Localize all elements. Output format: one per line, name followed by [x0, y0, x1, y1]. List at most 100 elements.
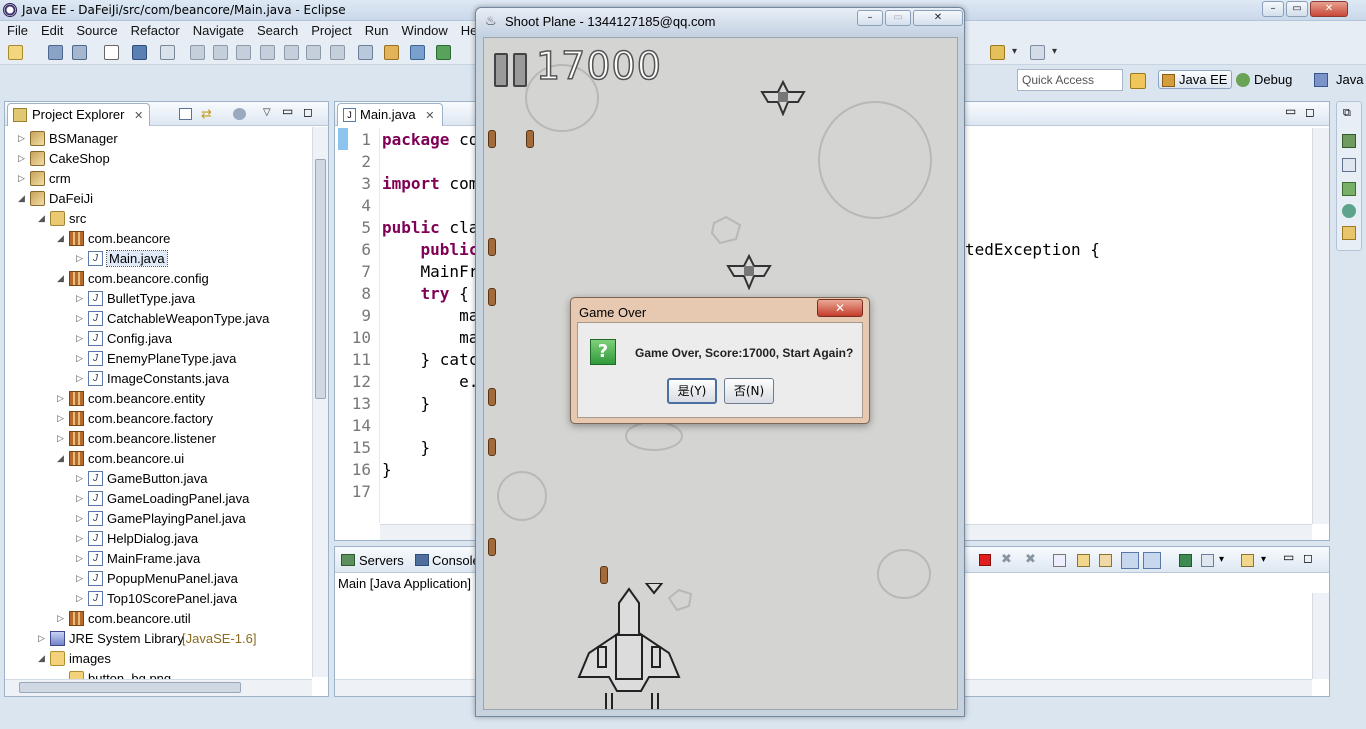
suspend-icon[interactable]	[213, 45, 228, 60]
tree-twisty-icon[interactable]: ▷	[76, 353, 86, 364]
tree-item[interactable]: ▷ J PopupMenuPanel.java	[5, 569, 311, 589]
tree-item[interactable]: ▷ J MainFrame.java	[5, 549, 311, 569]
tree-twisty-icon[interactable]: ▷	[76, 493, 86, 504]
menu-file[interactable]: File	[0, 21, 34, 41]
step-into-icon[interactable]	[284, 45, 299, 60]
tree-twisty-icon[interactable]: ▷	[76, 573, 86, 584]
show-on-stdout-icon[interactable]	[1121, 552, 1139, 569]
link-with-editor-icon[interactable]: ⇄	[201, 107, 212, 122]
tree-item[interactable]: ◢ com.beancore	[5, 229, 311, 249]
forward-dropdown-icon[interactable]: ▾	[1052, 46, 1057, 57]
tree-item[interactable]: ▷ com.beancore.factory	[5, 409, 311, 429]
focus-icon[interactable]	[233, 108, 246, 120]
tree-twisty-icon[interactable]: ◢	[38, 213, 48, 224]
tree-item[interactable]: ▷ crm	[5, 169, 311, 189]
tree-item[interactable]: ▷ J BulletType.java	[5, 289, 311, 309]
tab-main-java[interactable]: J Main.java ✕	[337, 103, 444, 126]
game-minimize-button[interactable]: –	[857, 10, 883, 26]
tree-item[interactable]: ◢ images	[5, 649, 311, 669]
open-perspective-icon[interactable]	[1130, 73, 1146, 89]
tab-console[interactable]: Console	[432, 553, 480, 568]
back-icon[interactable]	[990, 45, 1005, 60]
open-type-icon[interactable]	[384, 45, 399, 60]
word-wrap-icon[interactable]	[1099, 554, 1112, 567]
tree-twisty-icon[interactable]: ▷	[76, 473, 86, 484]
explorer-horizontal-scrollbar[interactable]	[5, 679, 312, 696]
menu-project[interactable]: Project	[304, 21, 357, 41]
tree-item[interactable]: ▷ J EnemyPlaneType.java	[5, 349, 311, 369]
game-maximize-button[interactable]: ▭	[885, 10, 911, 26]
tree-item[interactable]: ▷ J GameLoadingPanel.java	[5, 489, 311, 509]
step-over-icon[interactable]	[306, 45, 321, 60]
new-icon[interactable]	[8, 45, 23, 60]
pin-console-icon[interactable]	[1179, 554, 1192, 567]
terminate-icon[interactable]	[236, 45, 251, 60]
display-console-icon[interactable]	[1201, 554, 1214, 567]
tree-item[interactable]: ▷ BSManager	[5, 129, 311, 149]
tree-item[interactable]: ▷ J Top10ScorePanel.java	[5, 589, 311, 609]
use-step-filters-icon[interactable]	[358, 45, 373, 60]
run-icon[interactable]	[436, 45, 451, 60]
minimize-view-icon[interactable]: ▭	[282, 104, 293, 118]
tree-twisty-icon[interactable]: ▷	[76, 293, 86, 304]
open-console-icon[interactable]	[1241, 554, 1254, 567]
tab-servers[interactable]: Servers	[359, 553, 404, 568]
tree-twisty-icon[interactable]: ▷	[18, 173, 28, 184]
tree-twisty-icon[interactable]: ▷	[76, 373, 86, 384]
menu-navigate[interactable]: Navigate	[186, 21, 250, 41]
tree-item[interactable]: ◢ DaFeiJi	[5, 189, 311, 209]
tree-item[interactable]: ▷ CakeShop	[5, 149, 311, 169]
tree-twisty-icon[interactable]: ▷	[76, 553, 86, 564]
terminate-icon[interactable]	[979, 554, 991, 566]
menu-search[interactable]: Search	[250, 21, 304, 41]
perspective-java-ee[interactable]: Java EE	[1158, 70, 1233, 89]
maximize-button[interactable]: ▭	[1286, 1, 1308, 17]
close-tab-icon[interactable]: ✕	[425, 110, 434, 122]
tree-item[interactable]: ▷ J GamePlayingPanel.java	[5, 509, 311, 529]
tree-twisty-icon[interactable]: ▷	[76, 533, 86, 544]
menu-refactor[interactable]: Refactor	[124, 21, 186, 41]
tree-item[interactable]: ◢ src	[5, 209, 311, 229]
console-icon[interactable]	[132, 45, 147, 60]
tree-twisty-icon[interactable]: ▷	[18, 133, 28, 144]
collapse-all-icon[interactable]	[179, 108, 192, 120]
save-icon[interactable]	[48, 45, 63, 60]
remove-all-icon[interactable]: ✖	[1025, 552, 1036, 567]
tree-item[interactable]: ▷ com.beancore.entity	[5, 389, 311, 409]
close-button[interactable]: ✕	[1310, 1, 1348, 17]
tree-twisty-icon[interactable]: ▷	[57, 393, 67, 404]
tree-item[interactable]: ▷ JRE System Library [JavaSE-1.6]	[5, 629, 311, 649]
minimize-editor-icon[interactable]: ▭	[1285, 104, 1296, 118]
menu-run[interactable]: Run	[358, 21, 395, 41]
explorer-vertical-scrollbar[interactable]	[312, 127, 328, 677]
game-close-button[interactable]: ✕	[913, 10, 963, 26]
no-button[interactable]: 否(N)	[724, 378, 774, 404]
tree-item[interactable]: ▷ com.beancore.util	[5, 609, 311, 629]
save-all-icon[interactable]	[72, 45, 87, 60]
hierarchy-icon[interactable]	[1342, 182, 1356, 196]
tree-twisty-icon[interactable]: ▷	[57, 433, 67, 444]
tree-twisty-icon[interactable]: ▷	[76, 333, 86, 344]
perspective-debug[interactable]: Debug	[1236, 72, 1292, 87]
minimize-button[interactable]: –	[1262, 1, 1284, 17]
tree-twisty-icon[interactable]: ◢	[38, 653, 48, 664]
explorer-scroll-thumb[interactable]	[315, 159, 326, 399]
tree-twisty-icon[interactable]: ▷	[38, 633, 48, 644]
pause-bar-left[interactable]	[494, 53, 508, 87]
menu-edit[interactable]: Edit	[34, 21, 69, 41]
show-on-stderr-icon[interactable]	[1143, 552, 1161, 569]
binary-icon[interactable]	[104, 45, 119, 60]
tree-item[interactable]: ▷ J ImageConstants.java	[5, 369, 311, 389]
dialog-close-button[interactable]: ✕	[817, 299, 863, 317]
yes-button[interactable]: 是(Y)	[667, 378, 717, 404]
debug-icon[interactable]	[410, 45, 425, 60]
outline-icon[interactable]	[1342, 134, 1356, 148]
maximize-console-icon[interactable]: ◻	[1303, 551, 1313, 565]
forward-icon[interactable]	[1030, 45, 1045, 60]
tree-twisty-icon[interactable]: ▷	[76, 513, 86, 524]
remove-launch-icon[interactable]: ✖	[1001, 552, 1012, 567]
skip-breakpoints-icon[interactable]	[160, 45, 175, 60]
scroll-lock-icon[interactable]	[1077, 554, 1090, 567]
menu-source[interactable]: Source	[69, 21, 123, 41]
perspective-java[interactable]: Java	[1314, 72, 1363, 87]
